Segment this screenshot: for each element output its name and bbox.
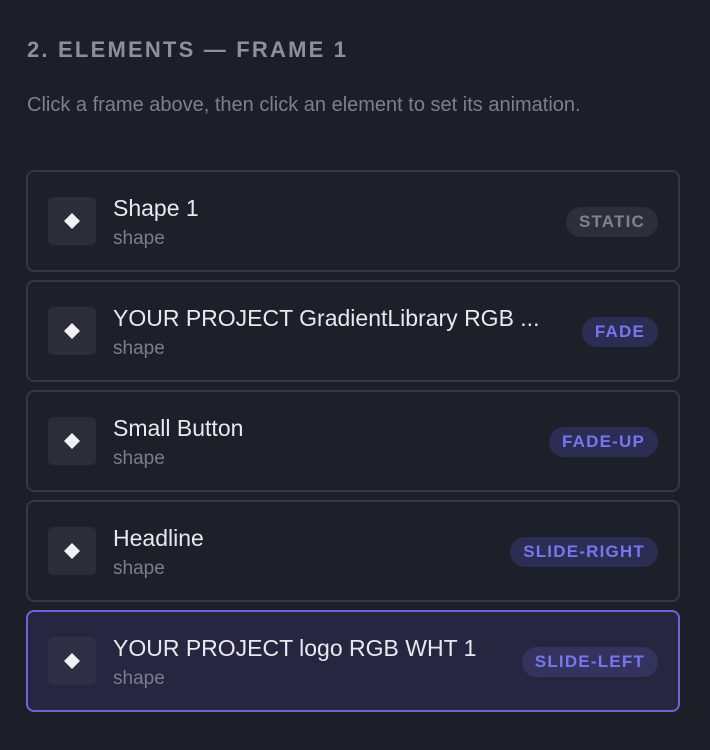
element-name: Shape 1 bbox=[113, 195, 199, 221]
element-item[interactable]: YOUR PROJECT GradientLibrary RGB ... sha… bbox=[26, 280, 680, 382]
animation-badge: STATIC bbox=[565, 207, 658, 237]
element-name: YOUR PROJECT logo RGB WHT 1 bbox=[113, 635, 477, 661]
element-item-selected[interactable]: YOUR PROJECT logo RGB WHT 1 shape SLIDE-… bbox=[26, 610, 680, 712]
element-kind: shape bbox=[113, 228, 165, 249]
element-name: YOUR PROJECT GradientLibrary RGB ... bbox=[113, 305, 540, 331]
element-thumbnail bbox=[48, 197, 96, 245]
section-description: Click a frame above, then click an eleme… bbox=[27, 94, 581, 116]
diamond-icon bbox=[64, 543, 80, 559]
section-title: 2. ELEMENTS — FRAME 1 bbox=[27, 37, 349, 62]
diamond-icon bbox=[64, 323, 80, 339]
element-item[interactable]: Headline shape SLIDE-RIGHT bbox=[26, 500, 680, 602]
element-thumbnail bbox=[48, 637, 96, 685]
element-kind: shape bbox=[113, 448, 165, 469]
elements-panel: 2. ELEMENTS — FRAME 1 Click a frame abov… bbox=[0, 0, 710, 750]
diamond-icon bbox=[64, 213, 80, 229]
element-name: Small Button bbox=[113, 415, 244, 441]
element-thumbnail bbox=[48, 417, 96, 465]
element-item[interactable]: Small Button shape FADE-UP bbox=[26, 390, 680, 492]
diamond-icon bbox=[64, 433, 80, 449]
element-item[interactable]: Shape 1 shape STATIC bbox=[26, 170, 680, 272]
element-name: Headline bbox=[113, 525, 204, 551]
animation-badge: SLIDE-LEFT bbox=[521, 647, 658, 677]
element-kind: shape bbox=[113, 338, 165, 359]
element-kind: shape bbox=[113, 558, 165, 579]
element-thumbnail bbox=[48, 527, 96, 575]
animation-badge: SLIDE-RIGHT bbox=[510, 537, 658, 567]
element-kind: shape bbox=[113, 668, 165, 689]
animation-badge: FADE-UP bbox=[548, 427, 658, 457]
diamond-icon bbox=[64, 653, 80, 669]
animation-badge: FADE bbox=[581, 317, 658, 347]
element-list: Shape 1 shape STATIC YOUR PROJECT Gradie… bbox=[26, 170, 680, 720]
element-thumbnail bbox=[48, 307, 96, 355]
